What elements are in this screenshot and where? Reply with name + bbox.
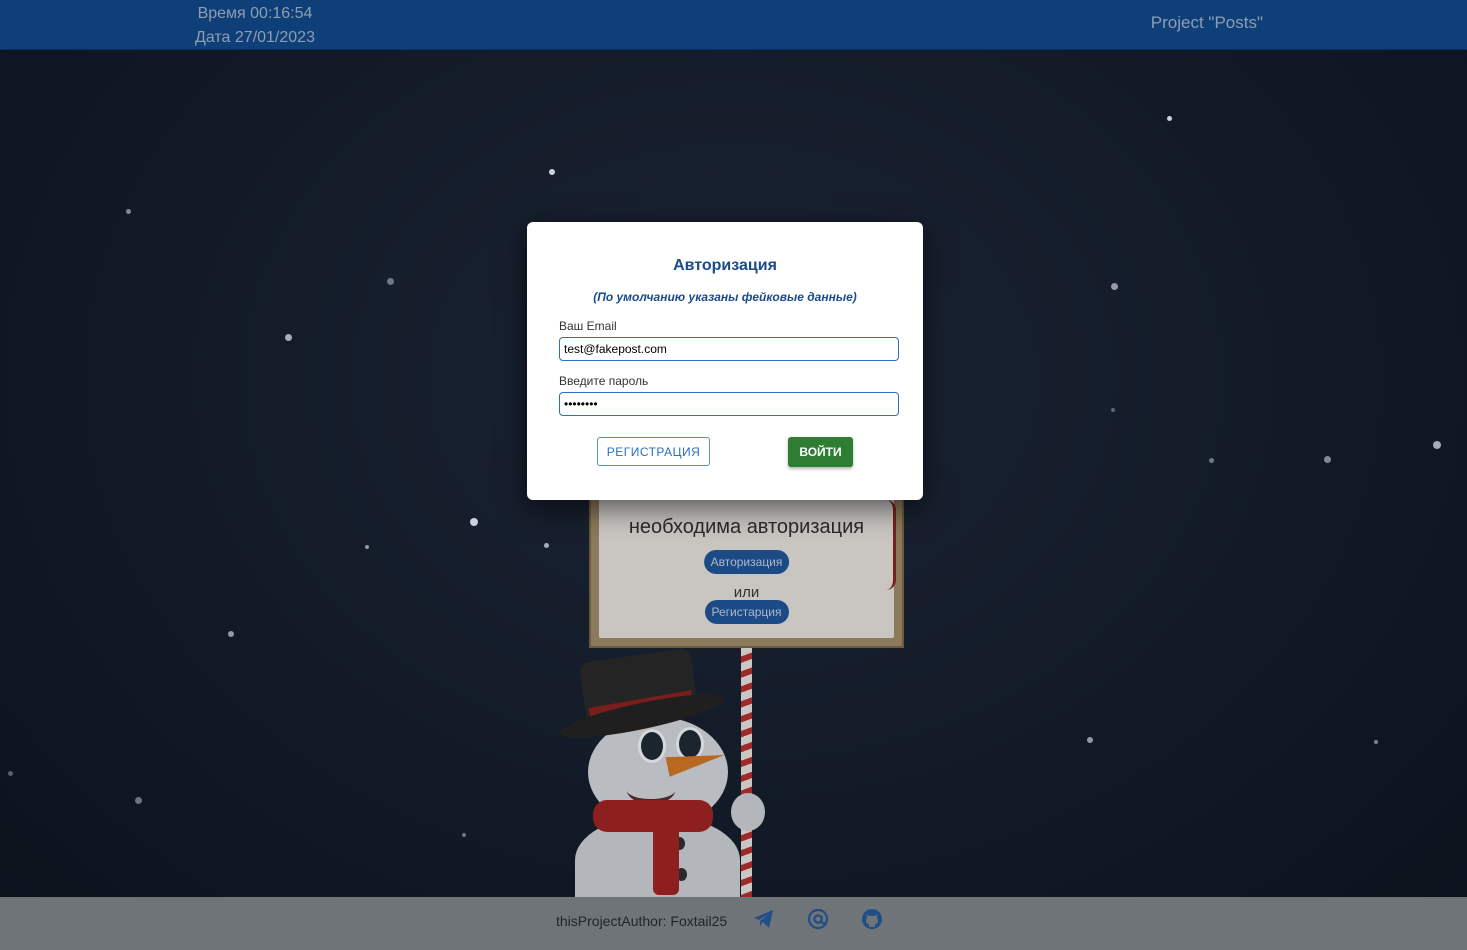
snowflake [365, 545, 369, 549]
snowflake [8, 771, 13, 776]
decor-vine [879, 500, 896, 590]
sign-auth-button[interactable]: Авторизация [703, 550, 790, 574]
telegram-icon[interactable] [752, 907, 776, 931]
snowflake [285, 334, 292, 341]
snowflake [462, 833, 466, 837]
snowman-illustration [555, 647, 770, 905]
author-credit: thisProjectAuthor: Foxtail25 [556, 913, 728, 929]
snowflake [1167, 116, 1172, 121]
snowflake [1111, 408, 1115, 412]
register-button[interactable]: РЕГИСТРАЦИЯ [597, 437, 710, 466]
sign-or-text: или [733, 584, 760, 601]
snowflake [135, 797, 142, 804]
time-text: Время 00:16:54 [197, 5, 313, 22]
snowflake [228, 631, 234, 637]
snowflake [1433, 441, 1441, 449]
snowflake [1087, 737, 1093, 743]
snowflake [1324, 456, 1331, 463]
snowflake [387, 278, 394, 285]
clock: Время 00:16:54 Дата 27/01/2023 [190, 2, 320, 50]
auth-modal: Авторизация (По умолчанию указаны фейков… [527, 222, 923, 500]
email-label: Ваш Email [559, 319, 617, 333]
sign-register-button[interactable]: Регистарция [704, 600, 789, 624]
date-text: Дата 27/01/2023 [195, 29, 315, 46]
snowflake [549, 169, 555, 175]
password-field[interactable] [559, 392, 899, 416]
modal-title: Авторизация [673, 257, 777, 274]
github-icon[interactable] [860, 907, 884, 931]
snowflake [544, 543, 549, 548]
snowman-scarf-tail [653, 823, 679, 895]
snowflake [1374, 740, 1378, 744]
snowflake [1209, 458, 1214, 463]
app-footer: thisProjectAuthor: Foxtail25 [0, 897, 1467, 950]
snowflake [126, 209, 131, 214]
sign-paper: необходима авторизация Авторизация или Р… [599, 480, 896, 638]
snowman-arm [731, 793, 765, 831]
app-header: Время 00:16:54 Дата 27/01/2023 Project "… [0, 0, 1467, 50]
modal-subtitle: (По умолчанию указаны фейковые данные) [593, 290, 857, 304]
sign-message: необходима авторизация [628, 516, 865, 538]
login-button[interactable]: ВОЙТИ [788, 437, 853, 467]
snowflake [470, 518, 478, 526]
email-at-icon[interactable] [806, 907, 830, 931]
email-field[interactable] [559, 337, 899, 361]
password-label: Введите пароль [559, 374, 649, 388]
snowflake [1111, 283, 1118, 290]
project-title: Project "Posts" [1150, 13, 1263, 32]
snowman-eye [638, 729, 666, 763]
